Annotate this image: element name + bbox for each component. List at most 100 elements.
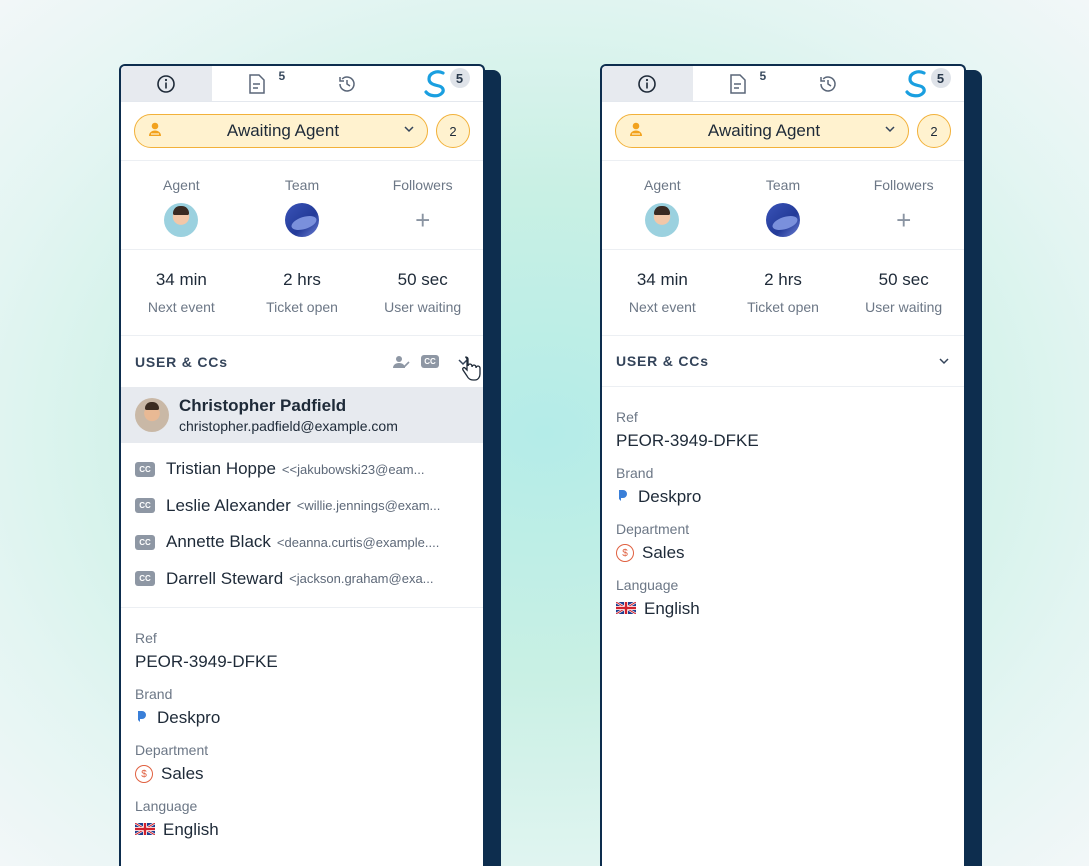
deskpro-apps-icon: [902, 69, 936, 99]
cc-row[interactable]: CC Tristian Hoppe <<jakubowski23@eam...: [121, 451, 483, 488]
tab-history[interactable]: [302, 66, 393, 101]
field-department[interactable]: Department $ Sales: [135, 742, 469, 784]
status-label: Awaiting Agent: [226, 121, 340, 140]
brand-value-row: Deskpro: [616, 487, 950, 507]
language-value: English: [163, 820, 219, 839]
deskpro-brand-icon: [135, 708, 149, 728]
history-icon: [817, 73, 839, 95]
time-value: 2 hrs: [764, 270, 802, 289]
status-count-badge[interactable]: 2: [436, 114, 470, 148]
agent-avatar[interactable]: [645, 203, 680, 237]
cc-row[interactable]: CC Annette Black <deanna.curtis@example.…: [121, 524, 483, 561]
apps-count-badge: 5: [930, 68, 951, 88]
panel-tabs: 5 5: [121, 66, 483, 102]
followers-assignment[interactable]: Followers +: [843, 177, 964, 237]
cc-icon: CC: [135, 534, 155, 550]
add-cc-icon[interactable]: CC: [421, 355, 439, 368]
user-avatar: [135, 398, 169, 432]
add-user-icon[interactable]: [393, 355, 411, 369]
cc-list: CC Tristian Hoppe <<jakubowski23@eam... …: [121, 443, 483, 608]
cc-icon: CC: [135, 461, 155, 477]
status-count-badge[interactable]: 2: [917, 114, 951, 148]
field-language[interactable]: Language English: [134, 798, 469, 840]
add-follower-icon[interactable]: +: [415, 203, 430, 237]
time-label: User waiting: [865, 299, 943, 315]
tab-apps[interactable]: 5: [393, 66, 484, 101]
cc-email: <deanna.curtis@example....: [276, 534, 440, 550]
users-section-header[interactable]: USER & CCs CC: [121, 336, 483, 387]
panel-body: 5 5 Awaiting Agent 2 Agent Team Follower…: [600, 64, 966, 866]
time-value: 34 min: [155, 270, 207, 289]
time-value: 50 sec: [878, 270, 929, 289]
team-avatar[interactable]: [766, 203, 800, 237]
tab-info[interactable]: [121, 66, 212, 101]
panel-body: 5 5 Awaiting Agent 2 Agent Team Follower…: [119, 64, 485, 866]
ref-value: PEOR-3949-DFKE: [135, 652, 278, 671]
status-row: Awaiting Agent 2: [602, 102, 964, 161]
tab-documents[interactable]: 5: [693, 66, 784, 101]
uk-flag-icon: [615, 599, 637, 619]
time-label: Ticket open: [266, 299, 338, 315]
chevron-down-icon: [884, 122, 896, 140]
status-dropdown[interactable]: Awaiting Agent: [134, 114, 428, 148]
ticket-panel-collapsed: 5 5 Awaiting Agent 2 Agent Team Follower…: [600, 64, 982, 866]
info-icon: [637, 74, 657, 94]
ticket-fields: Ref PEOR-3949-DFKE Brand Deskpro Departm…: [121, 608, 483, 866]
tab-documents[interactable]: 5: [212, 66, 303, 101]
assignment-row: Agent Team Followers +: [602, 161, 964, 250]
agent-avatar[interactable]: [164, 203, 199, 237]
cc-name: Darrell Steward: [166, 568, 284, 588]
team-avatar[interactable]: [285, 203, 319, 237]
time-value: 50 sec: [397, 270, 448, 289]
add-follower-icon[interactable]: +: [896, 203, 911, 237]
cc-email: <willie.jennings@exam...: [296, 498, 441, 514]
cc-row[interactable]: CC Darrell Steward <jackson.graham@exa..…: [121, 561, 483, 598]
status-label: Awaiting Agent: [707, 121, 821, 140]
primary-user-row[interactable]: Christopher Padfield christopher.padfiel…: [121, 387, 483, 443]
tab-apps[interactable]: 5: [874, 66, 965, 101]
tab-history[interactable]: [783, 66, 874, 101]
brand-label: Brand: [135, 686, 173, 702]
followers-assignment[interactable]: Followers +: [362, 177, 483, 237]
department-value-row: $ Sales: [616, 543, 950, 563]
user-info: Christopher Padfield christopher.padfiel…: [179, 396, 398, 434]
cc-name: Tristian Hoppe: [166, 459, 276, 479]
time-label: User waiting: [384, 299, 462, 315]
users-section-header[interactable]: USER & CCs: [602, 336, 964, 387]
user-waiting-time: 50 sec User waiting: [843, 270, 964, 315]
cc-icon: CC: [135, 571, 155, 587]
ref-label: Ref: [135, 630, 157, 646]
chevron-down-icon[interactable]: [938, 355, 950, 367]
cc-row[interactable]: CC Leslie Alexander <willie.jennings@exa…: [121, 488, 483, 525]
dollar-icon: $: [616, 544, 634, 562]
ticket-open-time: 2 hrs Ticket open: [723, 270, 844, 315]
status-row: Awaiting Agent 2: [121, 102, 483, 161]
field-brand[interactable]: Brand Deskpro: [135, 686, 469, 728]
deskpro-brand-icon: [616, 487, 630, 507]
team-assignment[interactable]: Team: [723, 177, 844, 237]
dollar-icon: $: [135, 765, 153, 783]
ticket-open-time: 2 hrs Ticket open: [242, 270, 363, 315]
team-assignment[interactable]: Team: [242, 177, 363, 237]
language-value-row: English: [134, 820, 469, 840]
agent-assignment[interactable]: Agent: [602, 177, 723, 237]
field-department[interactable]: Department $ Sales: [616, 521, 950, 563]
followers-label: Followers: [392, 177, 453, 193]
field-language[interactable]: Language English: [615, 577, 950, 619]
assignment-row: Agent Team Followers +: [121, 161, 483, 250]
users-section-title: USER & CCs: [135, 353, 228, 370]
status-dropdown[interactable]: Awaiting Agent: [615, 114, 909, 148]
cc-email: <jackson.graham@exa...: [289, 571, 434, 587]
field-brand[interactable]: Brand Deskpro: [616, 465, 950, 507]
times-row: 34 min Next event 2 hrs Ticket open 50 s…: [602, 250, 964, 336]
time-label: Ticket open: [747, 299, 819, 315]
field-ref: Ref PEOR-3949-DFKE: [135, 630, 469, 672]
language-label: Language: [616, 577, 679, 593]
tab-info[interactable]: [602, 66, 693, 101]
info-icon: [156, 74, 176, 94]
brand-value-row: Deskpro: [135, 708, 469, 728]
agent-waiting-icon: [147, 121, 163, 142]
cc-icon: CC: [135, 498, 155, 514]
agent-assignment[interactable]: Agent: [121, 177, 242, 237]
agent-label: Agent: [163, 177, 200, 193]
